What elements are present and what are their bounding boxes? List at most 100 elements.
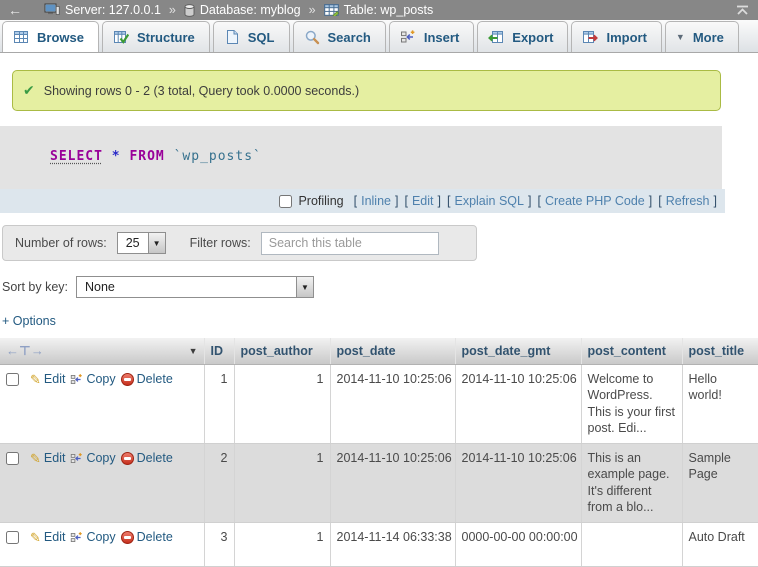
tab-export[interactable]: Export [477,21,568,52]
breadcrumb-separator: » [309,3,316,17]
breadcrumb-table-label: Table: wp_posts [344,3,434,17]
explain-sql-link[interactable]: Explain SQL [454,194,523,208]
bracket: [ [447,194,450,208]
row-actions-cell: ✎Edit Copy Delete [0,364,204,443]
delete-row-link[interactable]: Delete [121,371,173,388]
cell-id[interactable]: 3 [204,522,234,566]
sql-keyword-from: FROM [129,149,164,164]
cell-post-content[interactable]: This is an example page. It's different … [581,443,682,522]
breadcrumb-separator: » [169,3,176,17]
copy-row-link[interactable]: Copy [70,450,115,467]
cell-post-date-gmt[interactable]: 0000-00-00 00:00:00 [455,522,581,566]
copy-row-link[interactable]: Copy [70,371,115,388]
results-table: ←⊤→ ▼ ID post_author post_date post_date… [0,338,758,567]
column-header-post-date-gmt[interactable]: post_date_gmt [455,338,581,364]
breadcrumb-database[interactable]: Database: myblog [184,3,301,17]
cell-post-date[interactable]: 2014-11-10 10:25:06 [330,364,455,443]
table-row: ✎Edit Copy Delete 1 1 2014-11-10 10:25:0… [0,364,758,443]
select-arrow-icon: ▼ [148,233,165,253]
breadcrumb-server[interactable]: Server: 127.0.0.1 [44,3,161,17]
rows-per-page-label: Number of rows: [15,236,107,250]
refresh-link[interactable]: Refresh [666,194,710,208]
bracket: [ [404,194,407,208]
cell-post-author[interactable]: 1 [234,364,330,443]
create-php-code-link[interactable]: Create PHP Code [545,194,645,208]
row-checkbox[interactable] [6,531,19,544]
chevron-down-icon: ▼ [676,32,685,42]
column-header-post-content[interactable]: post_content [581,338,682,364]
table-row: ✎Edit Copy Delete 3 1 2014-11-14 06:33:3… [0,522,758,566]
edit-row-link[interactable]: ✎Edit [30,450,65,467]
tab-label: Search [328,30,371,45]
delete-row-link[interactable]: Delete [121,450,173,467]
copy-row-link[interactable]: Copy [70,529,115,546]
result-message-text: Showing rows 0 - 2 (3 total, Query took … [44,84,359,98]
cell-post-title[interactable]: Auto Draft [682,522,758,566]
column-header-post-title[interactable]: post_title [682,338,758,364]
profiling-checkbox[interactable] [279,195,292,208]
server-icon [44,3,60,17]
bracket: ] [714,194,717,208]
breadcrumb-bar: ← Server: 127.0.0.1 » Database: myblog »… [0,0,758,20]
query-options-bar: Profiling [ Inline ] [ Edit ] [ Explain … [0,189,725,213]
column-header-post-date[interactable]: post_date [330,338,455,364]
tab-label: Browse [37,30,84,45]
browse-icon [13,29,29,45]
cell-post-date[interactable]: 2014-11-14 06:33:38 [330,522,455,566]
cell-post-content[interactable] [581,522,682,566]
sort-options-icon[interactable]: ▼ [189,346,198,356]
delete-row-link[interactable]: Delete [121,529,173,546]
back-arrow-button[interactable]: ← [8,2,22,18]
cell-id[interactable]: 1 [204,364,234,443]
edit-query-link[interactable]: Edit [412,194,434,208]
bracket: ] [438,194,441,208]
cell-post-title[interactable]: Sample Page [682,443,758,522]
tab-structure[interactable]: Structure [102,21,210,52]
row-actions-cell: ✎Edit Copy Delete [0,443,204,522]
tab-label: Insert [424,30,459,45]
collapse-icon[interactable] [735,5,750,16]
column-marker-icon[interactable]: ←⊤→ [6,343,44,359]
tab-insert[interactable]: Insert [389,21,474,52]
cell-post-content[interactable]: Welcome to WordPress. This is your first… [581,364,682,443]
cell-post-title[interactable]: Hello world! [682,364,758,443]
copy-icon [70,452,83,465]
table-icon [324,4,339,16]
tab-search[interactable]: Search [293,21,386,52]
cell-post-date-gmt[interactable]: 2014-11-10 10:25:06 [455,443,581,522]
table-row: ✎Edit Copy Delete 2 1 2014-11-10 10:25:0… [0,443,758,522]
pencil-icon: ✎ [30,371,41,388]
cell-post-author[interactable]: 1 [234,522,330,566]
tab-more[interactable]: ▼ More [665,21,739,52]
cell-id[interactable]: 2 [204,443,234,522]
tab-sql[interactable]: SQL [213,21,290,52]
sql-query-box: SELECT * FROM `wp_posts` [0,126,722,189]
cell-post-author[interactable]: 1 [234,443,330,522]
tab-browse[interactable]: Browse [2,21,99,52]
bracket: [ [658,194,661,208]
column-header-post-author[interactable]: post_author [234,338,330,364]
cell-post-date-gmt[interactable]: 2014-11-10 10:25:06 [455,364,581,443]
bracket: [ [354,194,357,208]
breadcrumb-table[interactable]: Table: wp_posts [324,3,434,17]
rows-per-page-select[interactable]: 25 ▼ [117,232,166,254]
edit-row-link[interactable]: ✎Edit [30,529,65,546]
inline-link[interactable]: Inline [361,194,391,208]
row-checkbox[interactable] [6,373,19,386]
filter-rows-input[interactable] [261,232,439,255]
tab-import[interactable]: Import [571,21,661,52]
copy-icon [70,373,83,386]
cell-post-date[interactable]: 2014-11-10 10:25:06 [330,443,455,522]
search-icon [304,29,320,45]
edit-row-link[interactable]: ✎Edit [30,371,65,388]
filter-rows-label: Filter rows: [190,236,251,250]
tab-label: SQL [248,30,275,45]
sort-by-key-label: Sort by key: [2,280,68,294]
row-checkbox[interactable] [6,452,19,465]
sort-by-key-select[interactable]: None ▼ [76,276,314,298]
column-header-id[interactable]: ID [204,338,234,364]
header-row: ←⊤→ ▼ ID post_author post_date post_date… [0,338,758,364]
delete-icon [121,373,134,386]
insert-icon [400,29,416,45]
options-toggle-link[interactable]: + Options [2,314,56,328]
